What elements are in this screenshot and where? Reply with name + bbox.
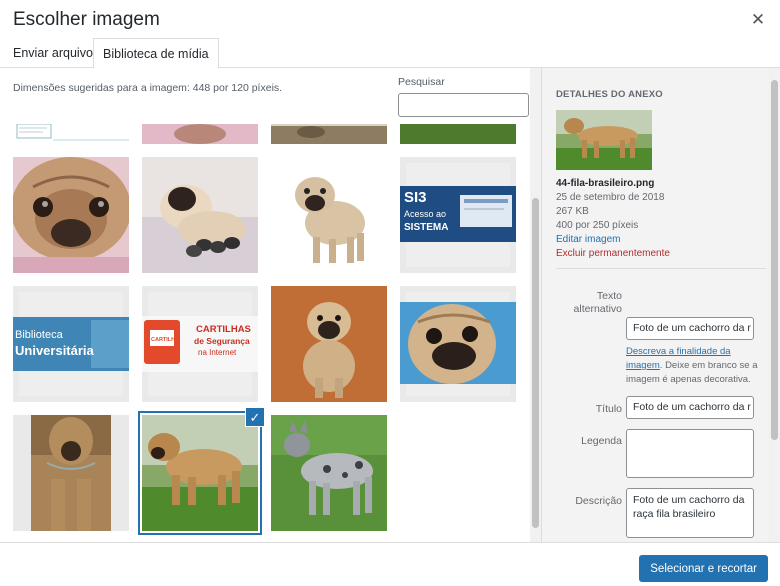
tab-bar: Enviar arquivos Biblioteca de mídia [0,38,780,69]
tab-media-library[interactable]: Biblioteca de mídia [93,38,219,69]
caption-field[interactable] [626,429,754,478]
attachment-thumb[interactable] [271,157,387,273]
attachment-thumb[interactable]: CARTILHA CARTILHAS de Segurança na Inter… [142,286,258,402]
close-icon[interactable]: ✕ [748,10,768,30]
attachment-preview-image [556,110,652,170]
svg-text:Universitária: Universitária [15,343,95,358]
alt-text-help: Descreva a finalidade da imagem. Deixe e… [626,345,761,387]
svg-text:na Internet: na Internet [198,348,237,357]
selected-check-icon[interactable]: ✓ [245,407,265,427]
svg-text:Biblioteca: Biblioteca [15,329,64,341]
attachment-filename: 44-fila-brasileiro.png [556,178,655,189]
sidebar-scrollbar[interactable] [769,68,780,542]
attachment-thumb[interactable] [142,124,258,144]
details-divider [556,268,766,269]
svg-text:CARTILHA: CARTILHA [151,337,179,343]
description-label: Descrição [575,495,622,507]
modal-footer: Selecionar e recortar [0,542,780,586]
attachments-grid: SI3 Acesso ao SISTEMA Biblioteca Univers… [0,124,529,542]
svg-text:de Segurança: de Segurança [194,336,250,346]
description-field[interactable]: Foto de um cachorro da raça fila brasile… [626,488,754,538]
attachment-thumb[interactable] [13,415,129,531]
attachment-dimensions: 400 por 250 píxeis [556,220,639,231]
attachment-details-sidebar: DETALHES DO ANEXO 44-fila-brasileiro.png… [541,68,780,542]
alt-text-label: Texto alternativo [573,290,622,315]
svg-text:Acesso ao: Acesso ao [404,209,446,219]
grid-scrollbar-thumb[interactable] [532,198,539,528]
edit-image-link[interactable]: Editar imagem [556,234,620,245]
attachment-thumb[interactable] [13,124,129,144]
attachment-date: 25 de setembro de 2018 [556,192,665,203]
suggested-dimensions-text: Dimensões sugeridas para a imagem: 448 p… [13,82,283,94]
title-label: Título [595,403,622,415]
attachment-thumb[interactable]: Biblioteca Universitária [13,286,129,402]
delete-permanently-link[interactable]: Excluir permanentemente [556,248,670,259]
attachment-thumb[interactable] [142,157,258,273]
grid-scrollbar[interactable] [530,68,541,542]
attachment-thumb[interactable] [400,124,516,144]
alt-text-field[interactable]: Foto de um cachorro da r [626,317,754,340]
attachment-thumb[interactable] [271,286,387,402]
sidebar-scrollbar-thumb[interactable] [771,80,778,440]
select-and-crop-button[interactable]: Selecionar e recortar [639,555,768,582]
search-label: Pesquisar [398,76,445,88]
attachment-filesize: 267 KB [556,206,589,217]
attachment-thumb[interactable] [13,157,129,273]
caption-label: Legenda [581,435,622,447]
svg-text:SI3: SI3 [404,189,427,206]
attachment-thumb-selected[interactable] [140,413,260,533]
search-input[interactable] [398,93,529,117]
tab-upload-files[interactable]: Enviar arquivos [13,38,99,68]
attachment-thumb[interactable] [400,286,516,402]
title-field[interactable]: Foto de um cachorro da r [626,396,754,419]
attachment-thumb[interactable] [271,124,387,144]
svg-text:SISTEMA: SISTEMA [404,222,448,233]
svg-text:CARTILHAS: CARTILHAS [196,324,251,335]
attachment-thumb[interactable]: SI3 Acesso ao SISTEMA [400,157,516,273]
media-modal: Escolher imagem ✕ Enviar arquivos Biblio… [0,0,780,586]
attachment-thumb[interactable] [271,415,387,531]
modal-title: Escolher imagem [13,9,160,30]
details-heading: DETALHES DO ANEXO [556,89,663,100]
